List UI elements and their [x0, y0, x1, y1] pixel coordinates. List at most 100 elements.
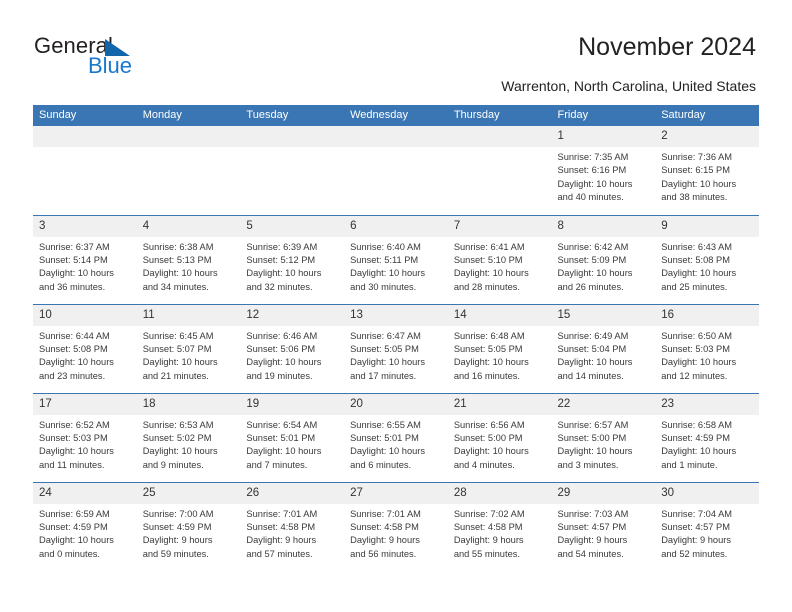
- sunrise-text: Sunrise: 7:36 AM: [661, 152, 733, 162]
- day-details: Sunrise: 6:40 AM Sunset: 5:11 PM Daylight:…: [344, 237, 448, 295]
- calendar-day-cell[interactable]: 15 Sunrise: 6:49 AM Sunset: 5:04 PM Dayligh…: [551, 303, 656, 393]
- calendar-day-cell[interactable]: 30 Sunrise: 7:04 AM Sunset: 4:57 PM Dayligh…: [655, 481, 759, 571]
- calendar-day-cell[interactable]: 26 Sunrise: 7:01 AM Sunset: 4:58 PM Dayligh…: [240, 481, 345, 571]
- calendar-day-cell[interactable]: 4 Sunrise: 6:38 AM Sunset: 5:13 PM Daylight…: [136, 214, 241, 304]
- calendar-day-cell[interactable]: 5 Sunrise: 6:39 AM Sunset: 5:12 PM Daylight…: [240, 214, 345, 304]
- day-details: Sunrise: 6:42 AM Sunset: 5:09 PM Daylight:…: [552, 237, 656, 295]
- sunrise-text: Sunrise: 6:47 AM: [350, 330, 421, 341]
- calendar-day-cell[interactable]: 23 Sunrise: 6:58 AM Sunset: 4:59 PM Dayligh…: [655, 392, 759, 482]
- daylight-text-line1: Daylight: 10 hours: [557, 357, 633, 368]
- daylight-text-line1: Daylight: 10 hours: [453, 268, 529, 279]
- daylight-text-line1: Daylight: 10 hours: [350, 268, 426, 279]
- daylight-text-line1: Daylight: 9 hours: [350, 535, 420, 546]
- calendar-day-cell[interactable]: 11 Sunrise: 6:45 AM Sunset: 5:07 PM Dayligh…: [136, 303, 241, 393]
- calendar-day-cell[interactable]: 22 Sunrise: 6:57 AM Sunset: 5:00 PM Dayligh…: [551, 392, 656, 482]
- weekday-header-friday: Friday: [551, 105, 656, 126]
- calendar-day-cell[interactable]: 28 Sunrise: 7:02 AM Sunset: 4:58 PM Dayligh…: [447, 481, 552, 571]
- day-number: [344, 126, 448, 147]
- daylight-text-line1: Daylight: 10 hours: [350, 446, 426, 457]
- daylight-text-line1: Daylight: 10 hours: [661, 178, 737, 189]
- day-number: 10: [33, 304, 137, 326]
- general-blue-logo[interactable]: General Blue: [34, 34, 234, 86]
- day-number: [447, 126, 552, 147]
- sunrise-text: Sunrise: 7:01 AM: [246, 508, 318, 519]
- calendar-day-cell[interactable]: 20 Sunrise: 6:55 AM Sunset: 5:01 PM Dayligh…: [344, 392, 448, 482]
- logo-text-blue: Blue: [88, 53, 133, 78]
- day-number: 21: [447, 393, 552, 415]
- calendar-day-cell[interactable]: 21 Sunrise: 6:56 AM Sunset: 5:00 PM Dayligh…: [447, 392, 552, 482]
- calendar-day-cell[interactable]: 19 Sunrise: 6:54 AM Sunset: 5:01 PM Dayligh…: [240, 392, 345, 482]
- day-details: Sunrise: 7:01 AM Sunset: 4:58 PM Daylight:…: [344, 504, 448, 562]
- calendar-day-cell[interactable]: 7 Sunrise: 6:41 AM Sunset: 5:10 PM Daylight…: [447, 214, 552, 304]
- day-number: 16: [655, 304, 759, 326]
- day-details: Sunrise: 6:49 AM Sunset: 5:04 PM Daylight:…: [552, 326, 656, 384]
- calendar-head: Sunday Monday Tuesday Wednesday Thursday…: [33, 105, 759, 126]
- calendar-day-cell[interactable]: 8 Sunrise: 6:42 AM Sunset: 5:09 PM Daylight…: [551, 214, 656, 304]
- day-number: [136, 126, 241, 147]
- daylight-text-line1: Daylight: 10 hours: [246, 268, 322, 279]
- calendar-day-cell[interactable]: 14 Sunrise: 6:48 AM Sunset: 5:05 PM Dayligh…: [447, 303, 552, 393]
- day-details: Sunrise: 7:03 AM Sunset: 4:57 PM Daylight:…: [552, 504, 656, 562]
- daylight-text-line2: and 12 minutes.: [661, 370, 728, 381]
- day-number: 8: [551, 215, 656, 237]
- day-details: Sunrise: 6:58 AM Sunset: 4:59 PM Daylight:…: [655, 415, 759, 473]
- day-details: Sunrise: 7:36 AM Sunset: 6:15 PM Daylight:…: [655, 147, 759, 205]
- daylight-text-line2: and 23 minutes.: [39, 370, 106, 381]
- day-details: Sunrise: 6:38 AM Sunset: 5:13 PM Daylight:…: [137, 237, 241, 295]
- day-number: 28: [447, 482, 552, 504]
- calendar-day-cell[interactable]: 3 Sunrise: 6:37 AM Sunset: 5:14 PM Daylight…: [33, 214, 137, 304]
- calendar-day-cell[interactable]: 27 Sunrise: 7:01 AM Sunset: 4:58 PM Dayligh…: [344, 481, 448, 571]
- sunset-text: Sunset: 5:00 PM: [453, 432, 523, 443]
- calendar-day-cell[interactable]: 25 Sunrise: 7:00 AM Sunset: 4:59 PM Dayligh…: [136, 481, 241, 571]
- day-details: Sunrise: 7:35 AM Sunset: 6:16 PM Daylight:…: [552, 147, 656, 205]
- calendar-day-cell[interactable]: 29 Sunrise: 7:03 AM Sunset: 4:57 PM Dayligh…: [551, 481, 656, 571]
- calendar-day-cell-empty: [136, 126, 241, 215]
- sunrise-text: Sunrise: 6:46 AM: [246, 330, 318, 341]
- day-number: 30: [655, 482, 759, 504]
- calendar-day-cell[interactable]: 12 Sunrise: 6:46 AM Sunset: 5:06 PM Dayligh…: [240, 303, 345, 393]
- calendar-day-cell[interactable]: 1 Sunrise: 7:35 AM Sunset: 6:16 PM Daylight…: [551, 126, 656, 215]
- calendar-container: Sunday Monday Tuesday Wednesday Thursday…: [33, 105, 759, 571]
- daylight-text-line2: and 14 minutes.: [557, 370, 624, 381]
- calendar-day-cell[interactable]: 24 Sunrise: 6:59 AM Sunset: 4:59 PM Dayligh…: [33, 481, 137, 571]
- day-number: 1: [551, 126, 656, 147]
- day-number: 27: [344, 482, 448, 504]
- sunrise-text: Sunrise: 6:41 AM: [453, 241, 525, 252]
- sunset-text: Sunset: 5:10 PM: [453, 254, 523, 265]
- calendar-day-cell[interactable]: 6 Sunrise: 6:40 AM Sunset: 5:11 PM Daylight…: [344, 214, 448, 304]
- day-details: Sunrise: 6:45 AM Sunset: 5:07 PM Daylight:…: [137, 326, 241, 384]
- sunrise-text: Sunrise: 6:49 AM: [557, 330, 629, 341]
- page-title: November 2024: [578, 33, 756, 61]
- calendar-day-cell[interactable]: 10 Sunrise: 6:44 AM Sunset: 5:08 PM Dayligh…: [33, 303, 137, 393]
- weekday-header-sunday: Sunday: [33, 105, 137, 126]
- sunrise-text: Sunrise: 7:04 AM: [661, 508, 733, 519]
- daylight-text-line2: and 52 minutes.: [661, 548, 728, 559]
- calendar-day-cell[interactable]: 16 Sunrise: 6:50 AM Sunset: 5:03 PM Dayligh…: [655, 303, 759, 393]
- calendar-day-cell[interactable]: 9 Sunrise: 6:43 AM Sunset: 5:08 PM Daylight…: [655, 214, 759, 304]
- day-details: Sunrise: 7:02 AM Sunset: 4:58 PM Daylight:…: [448, 504, 552, 562]
- calendar-day-cell[interactable]: 17 Sunrise: 6:52 AM Sunset: 5:03 PM Dayligh…: [33, 392, 137, 482]
- calendar-day-cell[interactable]: 13 Sunrise: 6:47 AM Sunset: 5:05 PM Dayligh…: [344, 303, 448, 393]
- day-details: Sunrise: 6:57 AM Sunset: 5:00 PM Daylight:…: [552, 415, 656, 473]
- calendar-day-cell[interactable]: 2 Sunrise: 7:36 AM Sunset: 6:15 PM Daylight…: [655, 126, 759, 215]
- daylight-text-line2: and 9 minutes.: [142, 459, 204, 470]
- day-number: 25: [136, 482, 241, 504]
- sunrise-text: Sunrise: 6:44 AM: [39, 330, 110, 341]
- sunrise-text: Sunrise: 7:03 AM: [557, 508, 629, 519]
- calendar-week-row: 10 Sunrise: 6:44 AM Sunset: 5:08 PM Dayligh…: [33, 303, 759, 393]
- sunrise-text: Sunrise: 7:35 AM: [557, 152, 629, 162]
- calendar-day-cell[interactable]: 18 Sunrise: 6:53 AM Sunset: 5:02 PM Dayligh…: [136, 392, 241, 482]
- day-details: Sunrise: 7:01 AM Sunset: 4:58 PM Daylight:…: [240, 504, 344, 562]
- day-details: Sunrise: 6:43 AM Sunset: 5:08 PM Daylight:…: [655, 237, 759, 295]
- sunset-text: Sunset: 4:59 PM: [142, 521, 212, 532]
- sunset-text: Sunset: 5:00 PM: [557, 432, 627, 443]
- day-number: 3: [33, 215, 137, 237]
- daylight-text-line2: and 28 minutes.: [453, 281, 520, 292]
- daylight-text-line2: and 32 minutes.: [246, 281, 313, 292]
- calendar-day-cell-empty: [447, 126, 552, 215]
- sunrise-text: Sunrise: 6:52 AM: [39, 419, 110, 430]
- day-number: 20: [344, 393, 448, 415]
- day-number: 14: [447, 304, 552, 326]
- sunset-text: Sunset: 5:09 PM: [557, 254, 627, 265]
- weekday-header-tuesday: Tuesday: [240, 105, 345, 126]
